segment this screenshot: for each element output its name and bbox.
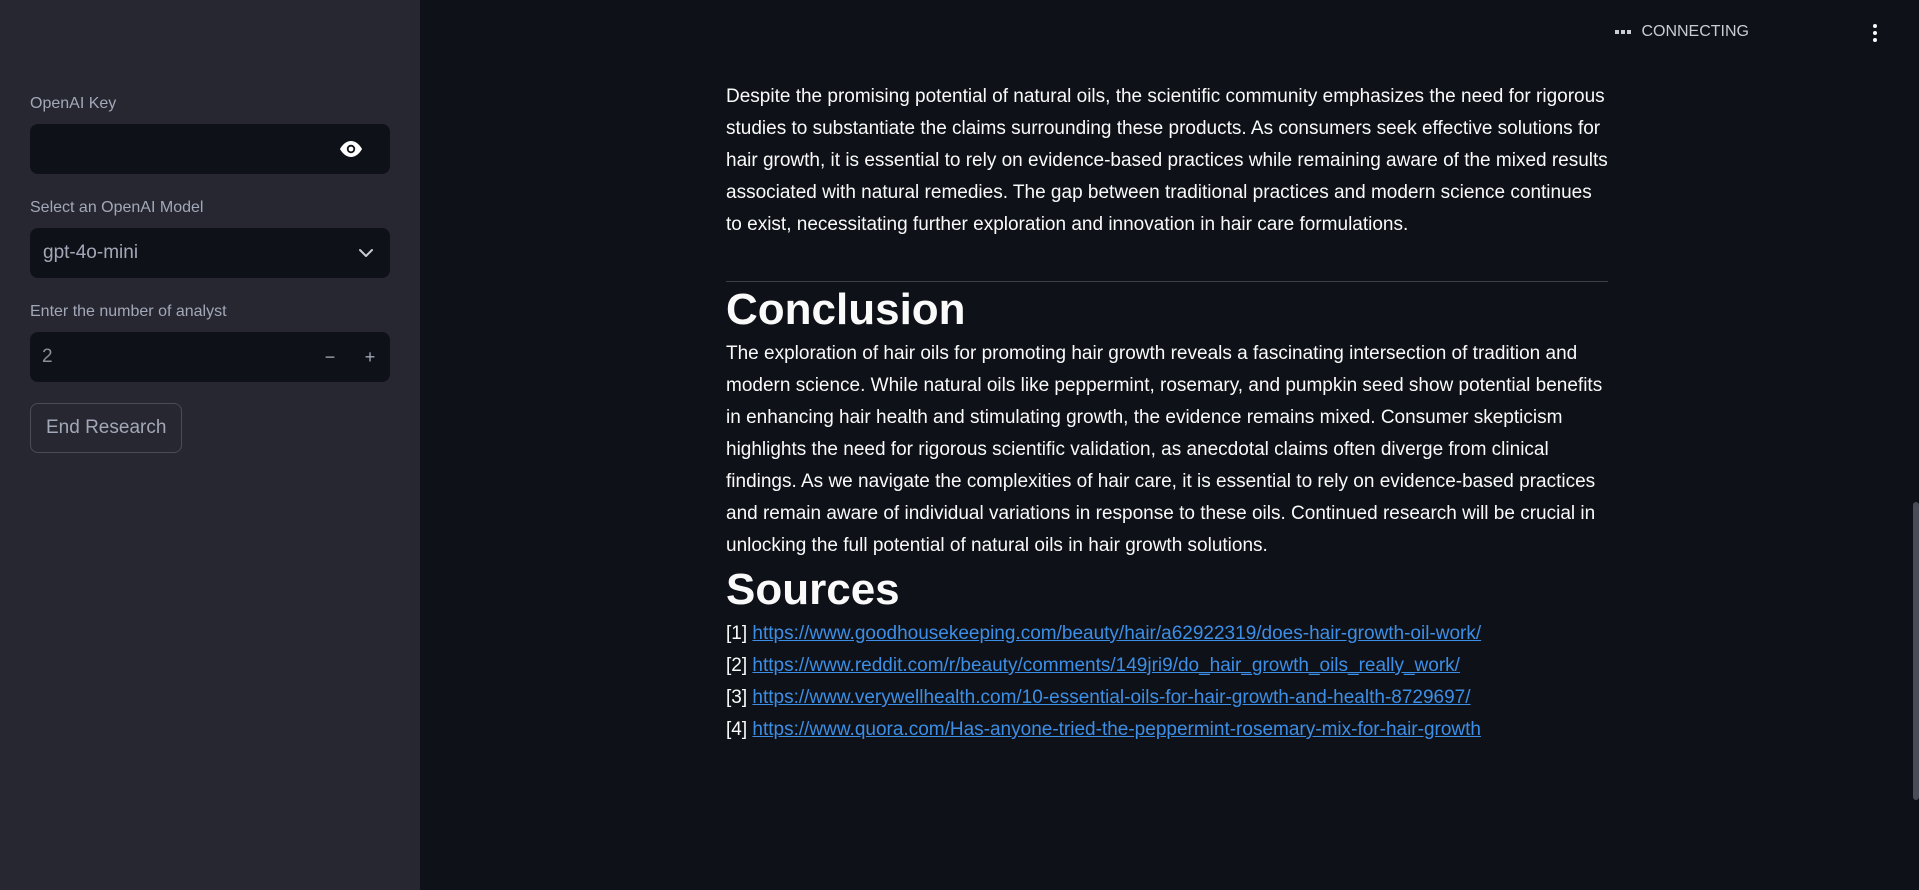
more-vert-icon[interactable] (1873, 24, 1877, 42)
report-body: Despite the promising potential of natur… (726, 81, 1608, 746)
conclusion-heading: Conclusion (726, 285, 966, 334)
source-number: [4] (726, 719, 748, 740)
source-item: [2] https://www.reddit.com/r/beauty/comm… (726, 650, 1608, 682)
source-link[interactable]: https://www.reddit.com/r/beauty/comments… (752, 655, 1460, 676)
analyst-count-value[interactable]: 2 (30, 346, 310, 368)
app: OpenAI Key Select an OpenAI Model gpt-4o… (0, 0, 1919, 890)
source-number: [3] (726, 687, 748, 708)
source-link[interactable]: https://www.quora.com/Has-anyone-tried-t… (752, 719, 1481, 740)
openai-key-label: OpenAI Key (30, 95, 117, 112)
model-select-value: gpt-4o-mini (43, 242, 139, 263)
model-select-label: Select an OpenAI Model (30, 199, 204, 216)
source-number: [1] (726, 623, 748, 644)
openai-key-input[interactable] (30, 124, 390, 174)
source-item: [4] https://www.quora.com/Has-anyone-tri… (726, 714, 1608, 746)
connecting-dots-icon (1615, 30, 1632, 34)
sources-list: [1] https://www.goodhousekeeping.com/bea… (726, 618, 1608, 746)
sidebar: OpenAI Key Select an OpenAI Model gpt-4o… (0, 0, 420, 890)
sources-heading: Sources (726, 565, 900, 614)
scrollbar-thumb[interactable] (1913, 502, 1919, 800)
increment-button[interactable]: + (350, 332, 390, 382)
analyst-count-label: Enter the number of analyst (30, 303, 227, 320)
decrement-button[interactable]: − (310, 332, 350, 382)
intro-paragraph: Despite the promising potential of natur… (726, 86, 1608, 235)
source-link[interactable]: https://www.goodhousekeeping.com/beauty/… (752, 623, 1481, 644)
connection-status-text: CONNECTING (1641, 23, 1749, 40)
source-item: [1] https://www.goodhousekeeping.com/bea… (726, 618, 1608, 650)
source-link[interactable]: https://www.verywellhealth.com/10-essent… (752, 687, 1470, 708)
chevron-down-icon (359, 249, 373, 257)
eye-icon[interactable] (338, 140, 364, 158)
source-item: [3] https://www.verywellhealth.com/10-es… (726, 682, 1608, 714)
conclusion-paragraph: The exploration of hair oils for promoti… (726, 343, 1603, 556)
end-research-button[interactable]: End Research (30, 403, 183, 453)
connection-status: CONNECTING (1615, 23, 1749, 41)
analyst-count-input[interactable]: 2 − + (30, 332, 390, 382)
model-select[interactable]: gpt-4o-mini (30, 228, 390, 278)
main-content: CONNECTING Despite the promising potenti… (420, 0, 1919, 890)
source-number: [2] (726, 655, 748, 676)
